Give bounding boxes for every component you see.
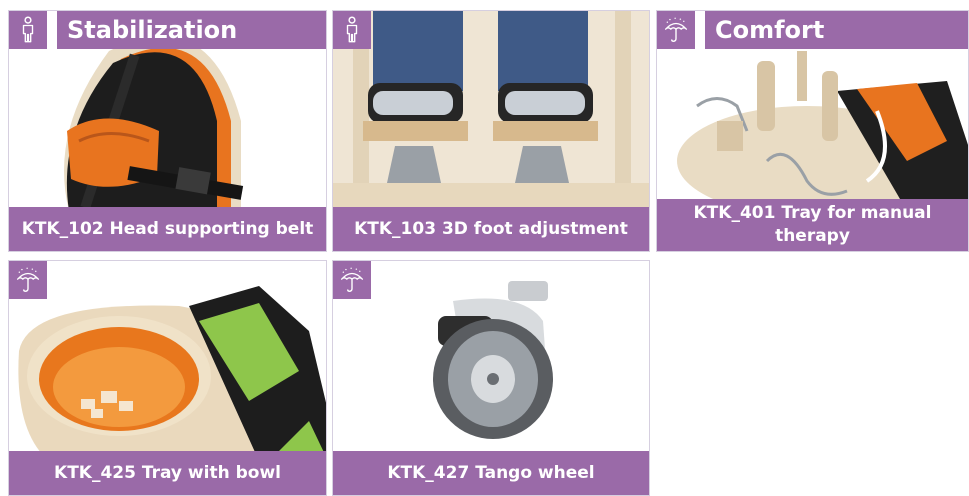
product-label: KTK_427 Tango wheel — [333, 451, 649, 495]
product-card-ktk-401[interactable]: Comfort KTK_401 Tray for manual therapy — [656, 10, 969, 252]
umbrella-icon — [333, 261, 371, 299]
person-standing-icon — [9, 11, 47, 49]
umbrella-icon — [9, 261, 47, 299]
product-label: KTK_401 Tray for manual therapy — [657, 199, 968, 251]
person-standing-icon — [333, 11, 371, 49]
product-card-ktk-427[interactable]: KTK_427 Tango wheel — [332, 260, 650, 496]
product-label: KTK_103 3D foot adjustment — [333, 207, 649, 251]
umbrella-icon — [657, 11, 695, 49]
product-card-ktk-425[interactable]: KTK_425 Tray with bowl — [8, 260, 327, 496]
product-label: KTK_102 Head supporting belt — [9, 207, 326, 251]
product-label: KTK_425 Tray with bowl — [9, 451, 326, 495]
product-card-ktk-103[interactable]: KTK_103 3D foot adjustment — [332, 10, 650, 252]
section-title-stabilization: Stabilization — [57, 11, 326, 49]
product-card-ktk-102[interactable]: Stabilization KTK_102 Head supporting be… — [8, 10, 327, 252]
section-title-comfort: Comfort — [705, 11, 968, 49]
